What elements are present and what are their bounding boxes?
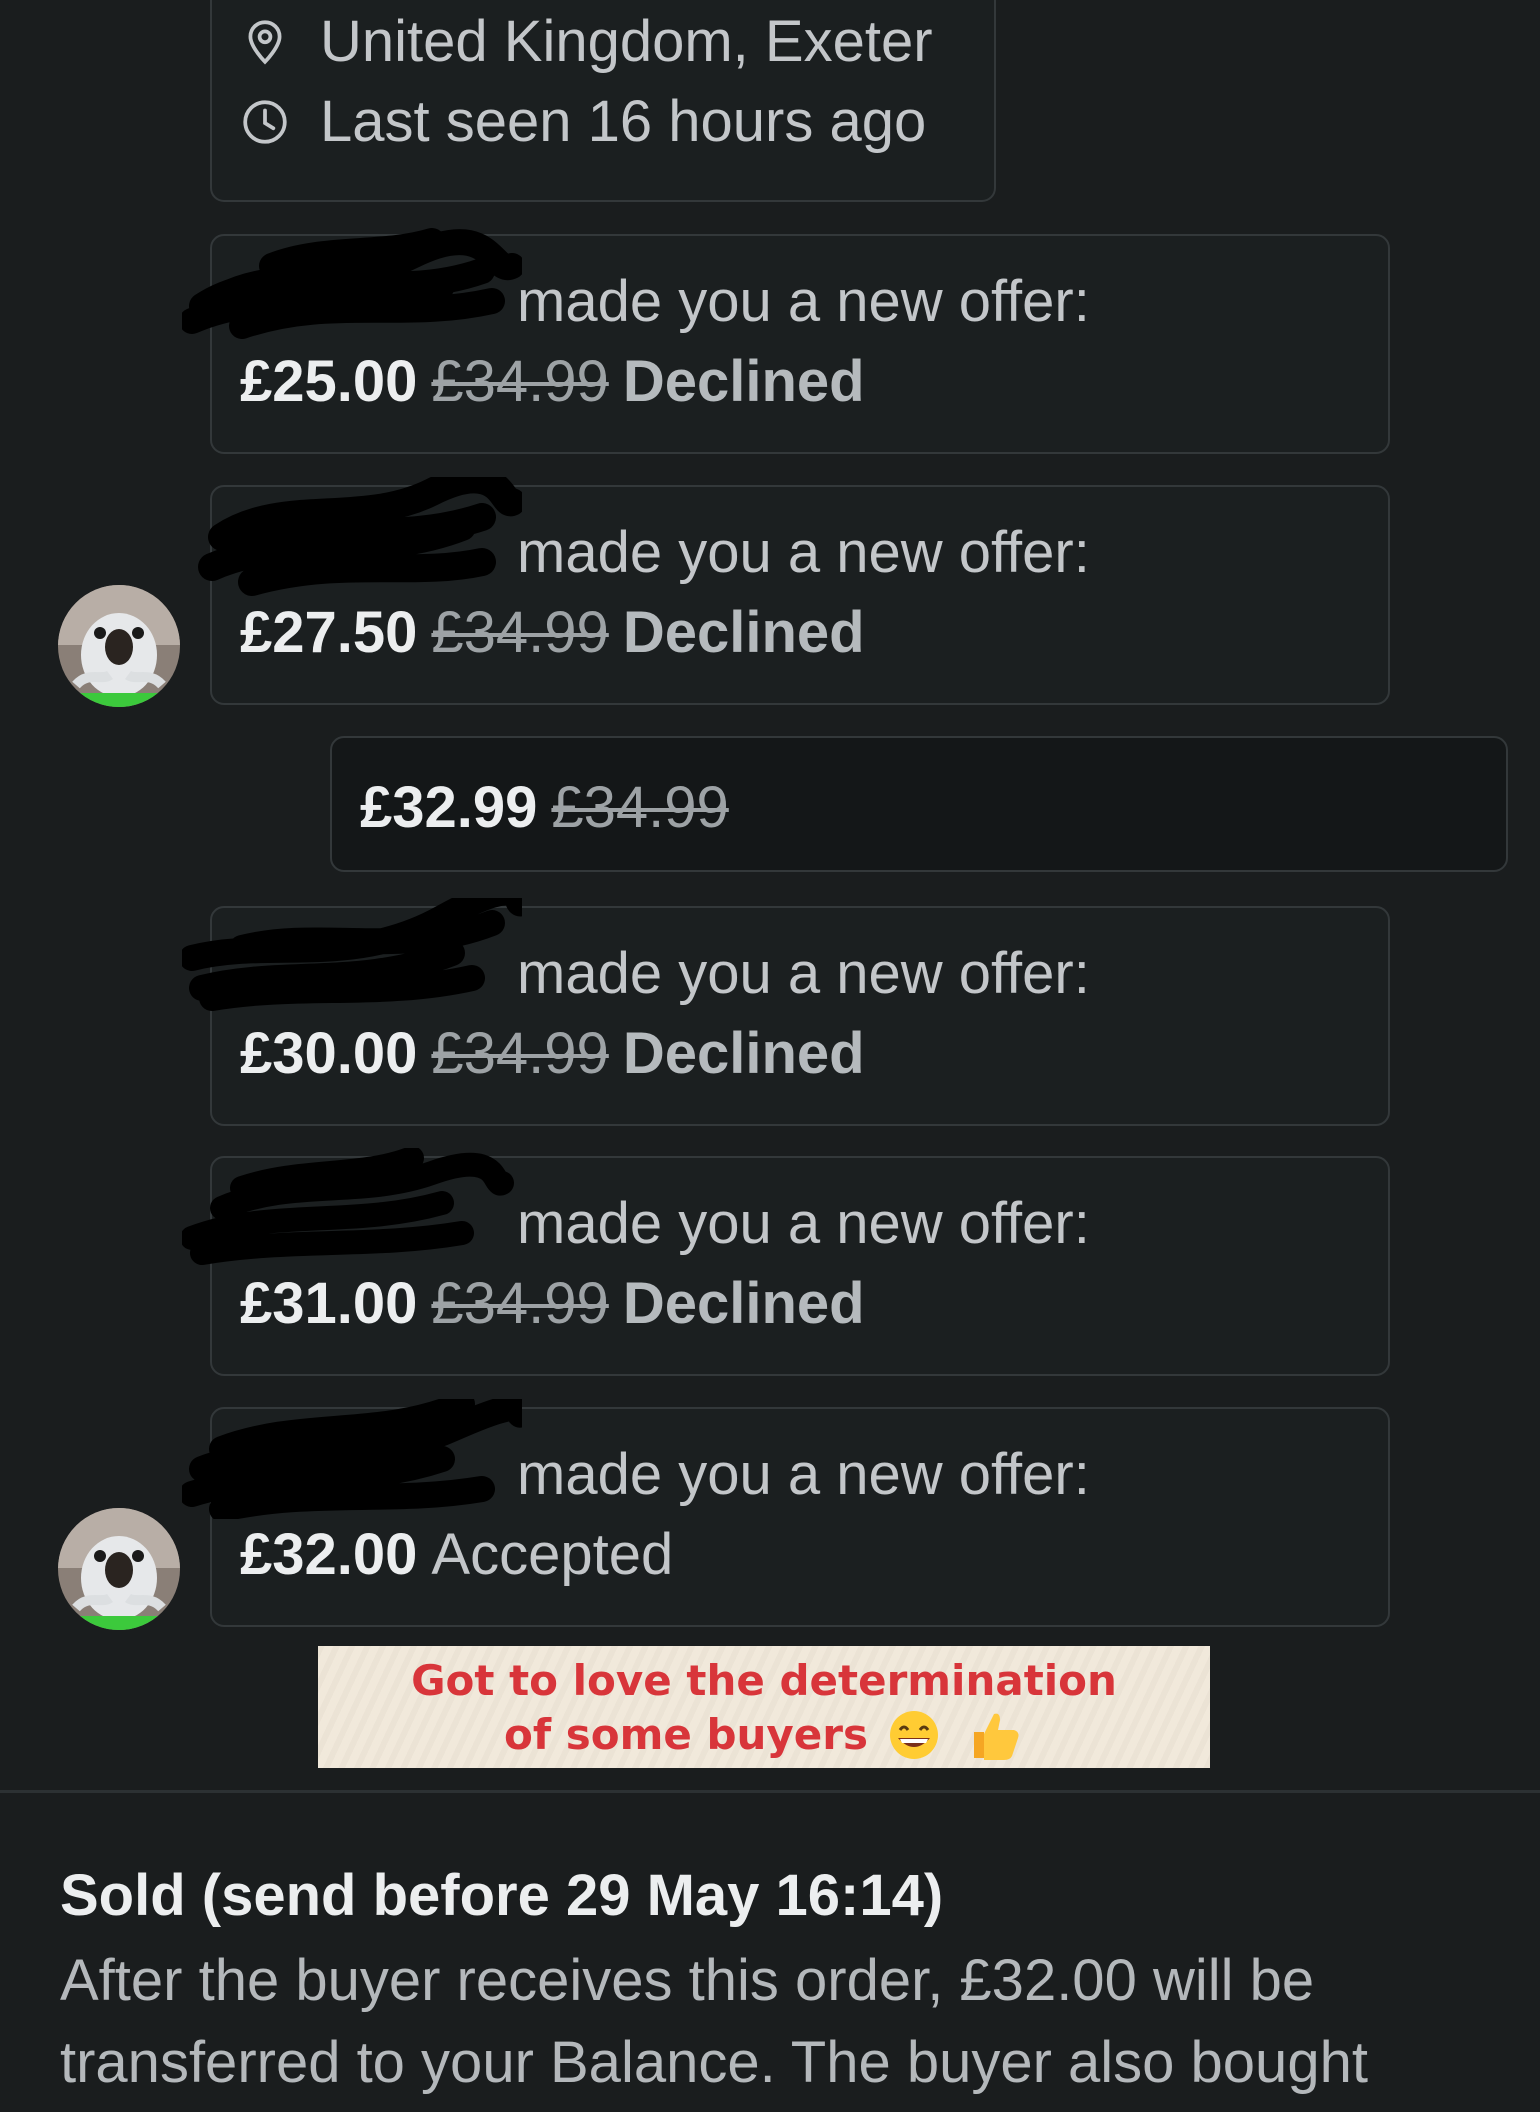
- redaction-scribble: [182, 1399, 522, 1519]
- original-price: £34.99: [431, 600, 609, 665]
- offer-text: made you a new offer:: [517, 1442, 1090, 1507]
- offer-status: Accepted: [431, 1522, 674, 1587]
- redaction-scribble: [182, 1148, 514, 1265]
- counter-amount: £32.99: [360, 775, 538, 840]
- offer-amount: £30.00: [240, 1021, 418, 1086]
- order-status-title: Sold (send before 29 May 16:14): [60, 1863, 944, 1928]
- offer-status: Declined: [622, 600, 865, 665]
- offer-status: Declined: [622, 349, 865, 414]
- redaction-scribble: [198, 477, 522, 596]
- offer-amount: £32.00: [240, 1522, 418, 1587]
- offer-message: made you a new offer: £27.50 £34.99 Declin…: [198, 477, 1390, 705]
- offer-status: Declined: [622, 1271, 865, 1336]
- offer-price-line: £30.00 £34.99 Declined: [240, 1020, 865, 1087]
- offer-amount: £31.00: [240, 1271, 418, 1336]
- offer-price-line: £32.00 Accepted: [240, 1521, 673, 1588]
- thumbs-up-icon: [974, 1713, 1019, 1760]
- offer-text: made you a new offer:: [517, 520, 1090, 585]
- banner-line-2-row: of some buyers: [504, 1708, 1024, 1762]
- last-seen-text: Last seen 16 hours ago: [320, 89, 927, 154]
- buyer-avatar[interactable]: [58, 585, 180, 707]
- order-status-body: After the buyer receives this order, £32…: [60, 1948, 1368, 2095]
- redaction-scribble: [182, 898, 522, 1011]
- clock-icon: [243, 99, 287, 144]
- offer-amount: £27.50: [240, 600, 418, 665]
- avatar-image: [58, 1508, 180, 1630]
- original-price: £34.99: [431, 1271, 609, 1336]
- location-row: United Kingdom, Exeter: [240, 8, 933, 75]
- offer-message: made you a new offer: £30.00 £34.99 Declin…: [182, 898, 1390, 1126]
- offer-message: made you a new offer: £25.00 £34.99 Declin…: [182, 228, 1390, 454]
- seller-counter-offer: £32.99 £34.99: [330, 736, 1508, 872]
- redaction-scribble: [182, 228, 522, 339]
- section-divider: [0, 1790, 1540, 1793]
- offer-status: Declined: [622, 1021, 865, 1086]
- offer-text: made you a new offer:: [517, 269, 1090, 334]
- offer-price-line: £27.50 £34.99 Declined: [240, 599, 865, 666]
- offer-price-line: £25.00 £34.99 Declined: [240, 348, 865, 415]
- counter-price-line: £32.99 £34.99: [360, 774, 729, 841]
- offer-message: made you a new offer: £32.00 Accepted: [182, 1399, 1390, 1627]
- offer-price-line: £31.00 £34.99 Declined: [240, 1270, 865, 1337]
- caption-banner: Got to love the determination of some bu…: [318, 1646, 1210, 1768]
- offer-amount: £25.00: [240, 349, 418, 414]
- banner-line-1: Got to love the determination: [411, 1656, 1117, 1705]
- avatar-image: [58, 585, 180, 707]
- location-text: United Kingdom, Exeter: [320, 9, 933, 74]
- last-seen-row: Last seen 16 hours ago: [240, 88, 926, 155]
- original-price: £34.99: [551, 775, 729, 840]
- original-price: £34.99: [431, 1021, 609, 1086]
- offer-message: made you a new offer: £31.00 £34.99 Declin…: [182, 1148, 1390, 1376]
- offer-text: made you a new offer:: [517, 941, 1090, 1006]
- location-pin-icon: [248, 19, 282, 64]
- offer-text: made you a new offer:: [517, 1191, 1090, 1256]
- original-price: £34.99: [431, 349, 609, 414]
- grinning-face-icon: [890, 1711, 938, 1759]
- buyer-avatar[interactable]: [58, 1508, 180, 1630]
- user-info-card: United Kingdom, Exeter Last seen 16 hour…: [210, 0, 996, 202]
- banner-line-2: of some buyers: [503, 1710, 868, 1759]
